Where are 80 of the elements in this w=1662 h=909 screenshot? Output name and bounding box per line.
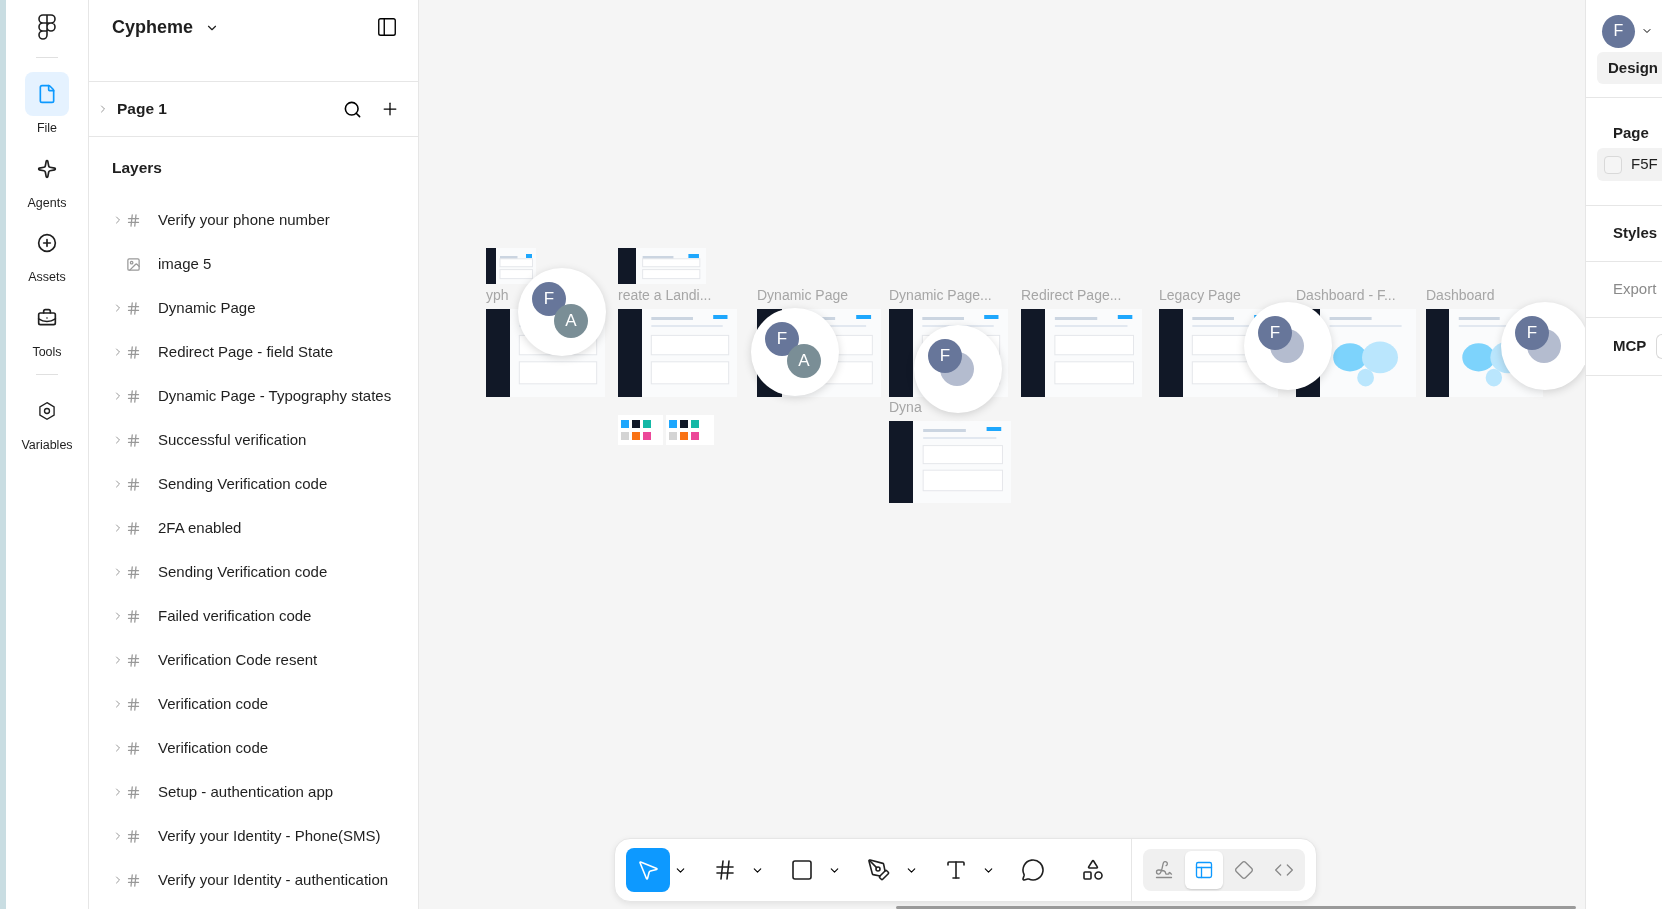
- search-icon[interactable]: [343, 99, 362, 119]
- frame-icon: [713, 858, 737, 882]
- user-avatar: F: [1515, 316, 1549, 350]
- toolbox-icon: [37, 307, 57, 328]
- comment-icon: [1021, 858, 1045, 882]
- frame-icon: [126, 476, 141, 492]
- section-heading: Export: [1613, 279, 1657, 300]
- user-avatar: F: [928, 339, 962, 373]
- rectangle-icon: [790, 858, 814, 882]
- layer-row[interactable]: Dynamic Page: [89, 286, 418, 330]
- layer-row[interactable]: Setup - authentication app: [89, 770, 418, 814]
- pen-icon: [867, 858, 891, 882]
- layer-row[interactable]: Sending Verification code: [89, 550, 418, 594]
- layers-heading: Layers: [112, 159, 162, 176]
- frame-icon: [126, 344, 141, 360]
- color-swatch[interactable]: [1604, 155, 1622, 174]
- frame-icon: [126, 212, 141, 228]
- frame-icon: [126, 652, 141, 668]
- cursor-icon: [636, 858, 660, 882]
- frame-icon: [126, 740, 141, 756]
- frame-thumbnail[interactable]: [618, 309, 737, 397]
- frame-icon: [126, 608, 141, 624]
- layout-icon: [1194, 860, 1214, 880]
- layer-row[interactable]: 2FA enabled: [89, 506, 418, 550]
- layer-row[interactable]: Sending Verification code: [89, 462, 418, 506]
- frame-thumbnail[interactable]: [889, 421, 1011, 503]
- page-name[interactable]: Page 1: [117, 97, 167, 121]
- plus-circle-icon: [37, 233, 57, 253]
- frame-icon: [126, 564, 141, 580]
- frame-thumbnail[interactable]: [1021, 309, 1142, 397]
- section-heading: MCP: [1613, 336, 1647, 357]
- color-swatches-drawing: [618, 415, 663, 445]
- page-color-field[interactable]: F5F: [1597, 148, 1662, 181]
- user-avatar: A: [787, 344, 821, 378]
- app-logo-icon[interactable]: [38, 14, 56, 40]
- frame-icon: [126, 520, 141, 536]
- frame-icon: [126, 828, 141, 844]
- diamond-icon: [1234, 860, 1254, 880]
- section-heading[interactable]: Styles: [1613, 222, 1658, 245]
- layer-row[interactable]: Verify your phone number: [89, 198, 418, 242]
- user-avatar[interactable]: F: [1602, 14, 1635, 48]
- frame-icon: [126, 300, 141, 316]
- horizontal-scrollbar[interactable]: [896, 906, 1576, 909]
- frame-thumbnail[interactable]: [618, 248, 706, 284]
- section-heading[interactable]: Page: [1613, 121, 1649, 144]
- layer-row[interactable]: Verify your Identity - Phone(SMS): [89, 814, 418, 858]
- shapes-icon: [1081, 858, 1105, 882]
- file-name-menu[interactable]: Cypheme: [112, 14, 220, 41]
- user-avatar: F: [765, 322, 799, 356]
- frame-thumbnail[interactable]: [486, 248, 536, 284]
- squiggle-icon: [1154, 860, 1174, 880]
- frame-icon: [126, 784, 141, 800]
- frame-icon: [126, 388, 141, 404]
- rail-item[interactable]: Agents: [25, 146, 69, 209]
- layer-row[interactable]: Verification code: [89, 726, 418, 770]
- layer-row[interactable]: Dynamic Page - Typography states: [89, 374, 418, 418]
- color-swatches-drawing: [666, 415, 714, 445]
- frame-icon: [126, 696, 141, 712]
- frame-icon: [126, 872, 141, 888]
- layer-row[interactable]: image 5: [89, 242, 418, 286]
- hexagon-icon: [37, 401, 57, 421]
- user-avatar: A: [554, 304, 588, 338]
- rail-item[interactable]: Assets: [25, 221, 69, 284]
- panel-tab[interactable]: Design: [1597, 52, 1662, 84]
- rail-item[interactable]: Variables: [21, 389, 73, 452]
- layer-row[interactable]: Successful verification: [89, 418, 418, 462]
- image-icon: [126, 256, 141, 272]
- text-icon: [944, 858, 968, 882]
- frame-icon: [126, 432, 141, 448]
- rail-item[interactable]: Tools: [25, 295, 69, 358]
- layer-row[interactable]: Redirect Page - field State: [89, 330, 418, 374]
- layer-row[interactable]: Verification code: [89, 682, 418, 726]
- layer-row[interactable]: Verify your Identity - authentication: [89, 858, 418, 902]
- mode-button[interactable]: [1185, 851, 1223, 889]
- sidebar-toggle-icon[interactable]: [376, 16, 398, 38]
- layer-row[interactable]: Verification Code resent: [89, 638, 418, 682]
- file-icon: [37, 84, 57, 104]
- sparkle-icon: [37, 158, 57, 179]
- user-avatar: F: [1258, 316, 1292, 350]
- layer-row[interactable]: Failed verification code: [89, 594, 418, 638]
